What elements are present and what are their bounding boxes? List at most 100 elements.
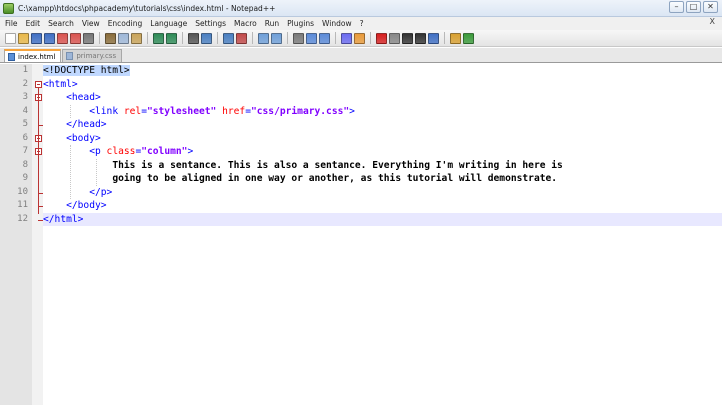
launch-icon[interactable]	[450, 32, 461, 44]
find-icon[interactable]	[188, 32, 199, 44]
wrap-icon[interactable]	[293, 32, 304, 44]
code-line[interactable]: <!DOCTYPE html>	[43, 64, 722, 78]
line-number: 7	[22, 146, 28, 156]
toolbar-separator	[217, 32, 218, 44]
editor[interactable]: 1 2 3 4 5 6 7 8 9 10 11 12 <!DOCTYPE html> <html> <h…	[0, 64, 722, 405]
menu-settings[interactable]: Settings	[195, 19, 226, 28]
close-window-button[interactable]: ✕	[703, 1, 718, 13]
line-number: 5	[22, 119, 28, 129]
fold-toggle-icon[interactable]	[35, 80, 42, 88]
replace-icon[interactable]	[201, 32, 212, 44]
code-token: <body>	[66, 132, 101, 144]
toolbar-separator	[182, 32, 183, 44]
spell-icon[interactable]	[463, 32, 474, 44]
code-line[interactable]: </head>	[43, 118, 722, 132]
code-line[interactable]: <body>	[43, 132, 722, 146]
sync-v-icon[interactable]	[258, 32, 269, 44]
indent-guide-icon[interactable]	[319, 32, 330, 44]
close-icon[interactable]	[57, 32, 68, 44]
code-line[interactable]: </body>	[43, 199, 722, 213]
new-icon[interactable]	[5, 32, 16, 44]
menu-language[interactable]: Language	[150, 19, 187, 28]
code-token: class	[106, 146, 136, 157]
line-number: 11	[17, 200, 28, 210]
sync-h-icon[interactable]	[271, 32, 282, 44]
maximize-button[interactable]: □	[686, 1, 701, 13]
undo-icon[interactable]	[153, 32, 164, 44]
code-token: >	[349, 105, 355, 117]
doc-map-icon[interactable]	[354, 32, 365, 44]
code-token: </body>	[66, 200, 107, 211]
line-numbers: 1 2 3 4 5 6 7 8 9 10 11 12	[0, 64, 28, 226]
minimize-button[interactable]: –	[669, 1, 684, 13]
close-all-icon[interactable]	[70, 32, 81, 44]
save-macro-icon[interactable]	[428, 32, 439, 44]
close-document-button[interactable]: X	[710, 17, 715, 26]
menu-window[interactable]: Window	[322, 19, 352, 28]
cut-icon[interactable]	[105, 32, 116, 44]
menu-run[interactable]: Run	[265, 19, 279, 28]
copy-icon[interactable]	[118, 32, 129, 44]
code-token: <link	[89, 105, 124, 117]
code-line[interactable]: </html>	[43, 212, 722, 226]
title-bar: C:\xampp\htdocs\phpacademy\tutorials\css…	[0, 0, 722, 17]
menu-encoding[interactable]: Encoding	[108, 19, 143, 28]
code-token: "stylesheet"	[146, 105, 217, 117]
open-icon[interactable]	[18, 32, 29, 44]
code-token: <!DOCTYPE html>	[43, 65, 130, 76]
code-token: "css/primary.css"	[250, 105, 350, 117]
zoom-out-icon[interactable]	[236, 32, 247, 44]
code-line[interactable]: </p>	[43, 186, 722, 200]
line-number: 6	[22, 132, 28, 143]
tab-primary-css[interactable]: primary.css	[62, 49, 123, 62]
line-number: 2	[22, 78, 28, 89]
record-icon[interactable]	[376, 32, 387, 44]
window-controls: – □ ✕	[669, 1, 718, 13]
window-title: C:\xampp\htdocs\phpacademy\tutorials\css…	[18, 3, 276, 13]
redo-icon[interactable]	[166, 32, 177, 44]
indent-guide	[70, 104, 71, 118]
udl-icon[interactable]	[341, 32, 352, 44]
code-line[interactable]: <head>	[43, 91, 722, 105]
menu-view[interactable]: View	[82, 19, 100, 28]
menu-macro[interactable]: Macro	[234, 19, 257, 28]
code-line[interactable]: <html>	[43, 78, 722, 92]
saved-file-icon	[66, 52, 74, 60]
code-line[interactable]: This is a sentance. This is also a senta…	[43, 159, 722, 173]
stop-icon[interactable]	[389, 32, 400, 44]
play-icon[interactable]	[402, 32, 413, 44]
menu-help[interactable]: ?	[360, 19, 364, 28]
paste-icon[interactable]	[131, 32, 142, 44]
code-line[interactable]: <p class="column">	[43, 145, 722, 159]
tab-index-html[interactable]: index.html	[4, 49, 62, 62]
code-token: "column"	[141, 146, 188, 157]
menu-plugins[interactable]: Plugins	[287, 19, 314, 28]
toolbar-separator	[287, 32, 288, 44]
code-line[interactable]: <link rel="stylesheet" href="css/primary…	[43, 105, 722, 119]
code-token: <html>	[43, 78, 78, 90]
code-text-area[interactable]: <!DOCTYPE html> <html> <head> <link rel="…	[43, 64, 722, 226]
zoom-in-icon[interactable]	[223, 32, 234, 44]
code-token: rel	[123, 105, 142, 117]
toolbar-separator	[335, 32, 336, 44]
save-icon[interactable]	[31, 32, 42, 44]
menu-bar: File Edit Search View Encoding Language …	[0, 17, 722, 30]
menu-edit[interactable]: Edit	[26, 19, 41, 28]
play-multi-icon[interactable]	[415, 32, 426, 44]
line-number: 3	[22, 92, 28, 102]
code-line[interactable]: going to be aligned in one way or anothe…	[43, 172, 722, 186]
print-icon[interactable]	[83, 32, 94, 44]
menu-file[interactable]: File	[5, 19, 18, 28]
menu-search[interactable]: Search	[48, 19, 74, 28]
tab-label: primary.css	[76, 52, 117, 60]
code-token: </p>	[89, 186, 113, 198]
save-all-icon[interactable]	[44, 32, 55, 44]
all-chars-icon[interactable]	[306, 32, 317, 44]
